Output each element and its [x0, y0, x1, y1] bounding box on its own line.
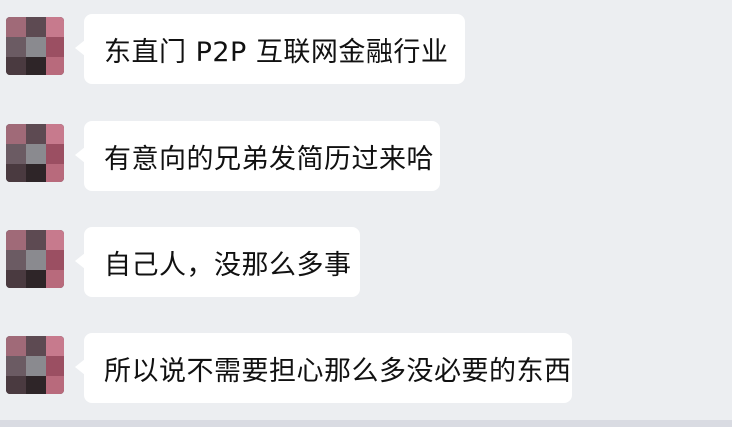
- message-bubble[interactable]: 所以说不需要担心那么多没必要的东西: [75, 333, 572, 403]
- avatar[interactable]: [6, 17, 64, 75]
- avatar[interactable]: [6, 336, 64, 394]
- chat-message: 所以说不需要担心那么多没必要的东西: [0, 333, 732, 411]
- message-text: 有意向的兄弟发简历过来哈: [104, 143, 434, 175]
- chat-message: 自己人，没那么多事: [0, 227, 732, 305]
- chat-message: 有意向的兄弟发简历过来哈: [0, 121, 732, 199]
- divider: [0, 420, 732, 427]
- avatar[interactable]: [6, 124, 64, 182]
- message-bubble[interactable]: 自己人，没那么多事: [75, 227, 360, 297]
- message-text: 所以说不需要担心那么多没必要的东西: [104, 355, 572, 387]
- message-bubble[interactable]: 东直门 P2P 互联网金融行业: [75, 14, 465, 84]
- chat-message-list: 东直门 P2P 互联网金融行业 有意向的兄弟发简历过来哈 自己人，没那么多事 所…: [0, 0, 732, 427]
- chat-message: 东直门 P2P 互联网金融行业: [0, 14, 732, 92]
- message-text: 自己人，没那么多事: [104, 249, 352, 281]
- message-text: 东直门 P2P 互联网金融行业: [104, 36, 449, 68]
- avatar[interactable]: [6, 230, 64, 288]
- message-bubble[interactable]: 有意向的兄弟发简历过来哈: [75, 121, 440, 191]
